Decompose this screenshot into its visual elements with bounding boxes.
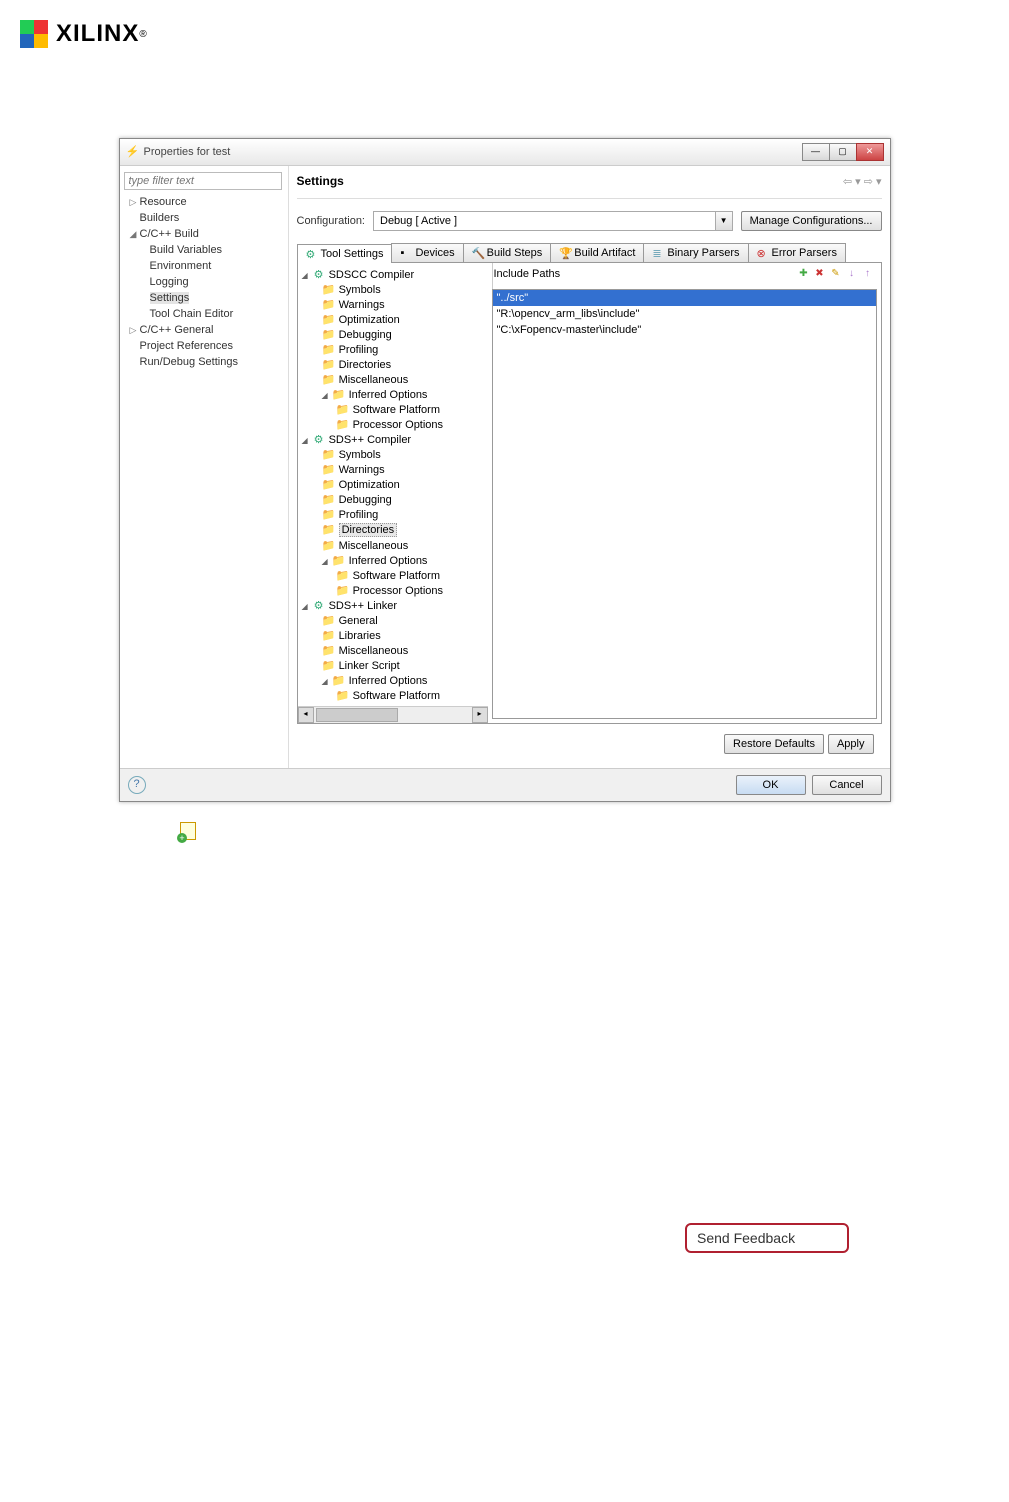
horizontal-scrollbar[interactable]: ◂ ▸ [298, 706, 488, 723]
scroll-right-button[interactable]: ▸ [472, 707, 488, 723]
cancel-button[interactable]: Cancel [812, 775, 882, 795]
move-up-icon[interactable]: ↑ [861, 267, 875, 281]
tab-build-artifact[interactable]: 🏆Build Artifact [550, 243, 644, 262]
nav-sidebar: ▷Resource Builders ◢C/C++ Build Build Va… [120, 166, 288, 768]
restore-defaults-button[interactable]: Restore Defaults [724, 734, 824, 754]
ok-button[interactable]: OK [736, 775, 806, 795]
tab-devices[interactable]: ▪Devices [391, 243, 463, 262]
dialog-title: Properties for test [144, 146, 803, 158]
filter-input[interactable] [124, 172, 282, 190]
hammer-icon: 🔨 [472, 247, 484, 259]
properties-dialog: ⚡ Properties for test — ▢ ✕ ▷Resource Bu… [119, 138, 891, 802]
nav-builders[interactable]: Builders [124, 210, 284, 226]
nav-logging[interactable]: Logging [124, 274, 284, 290]
chip-icon: ▪ [400, 247, 412, 259]
tool-settings-tree[interactable]: ◢⚙ SDSCC Compiler 📁 Symbols 📁 Warnings 📁… [298, 263, 493, 706]
nav-settings[interactable]: Settings [124, 290, 284, 306]
scroll-left-button[interactable]: ◂ [298, 707, 314, 723]
nav-run-debug[interactable]: Run/Debug Settings [124, 354, 284, 370]
new-file-icon [180, 822, 196, 840]
tab-binary-parsers[interactable]: ≣Binary Parsers [643, 243, 748, 262]
minimize-button[interactable]: — [802, 143, 830, 161]
include-paths-list[interactable]: "../src" "R:\opencv_arm_libs\include" "C… [492, 289, 877, 719]
settings-tabs: ⚙Tool Settings ▪Devices 🔨Build Steps 🏆Bu… [297, 243, 882, 263]
list-item[interactable]: "R:\opencv_arm_libs\include" [493, 306, 876, 322]
chevron-down-icon: ▼ [715, 212, 732, 230]
tree-directories-selected[interactable]: Directories [339, 523, 398, 537]
scroll-thumb[interactable] [316, 708, 398, 722]
config-label: Configuration: [297, 215, 366, 227]
maximize-button[interactable]: ▢ [829, 143, 857, 161]
brand-name: XILINX [56, 20, 139, 48]
config-combo[interactable]: Debug [ Active ] ▼ [373, 211, 733, 231]
nav-build-vars[interactable]: Build Variables [124, 242, 284, 258]
tab-error-parsers[interactable]: ⊗Error Parsers [748, 243, 846, 262]
manage-config-button[interactable]: Manage Configurations... [741, 211, 882, 231]
nav-toolchain[interactable]: Tool Chain Editor [124, 306, 284, 322]
send-feedback-button[interactable]: Send Feedback [685, 1223, 849, 1253]
nav-environment[interactable]: Environment [124, 258, 284, 274]
list-item[interactable]: "../src" [493, 290, 876, 306]
nav-resource[interactable]: ▷Resource [124, 194, 284, 210]
add-icon[interactable]: ✚ [797, 267, 811, 281]
binary-icon: ≣ [652, 247, 664, 259]
nav-proj-refs[interactable]: Project References [124, 338, 284, 354]
tab-build-steps[interactable]: 🔨Build Steps [463, 243, 552, 262]
apply-button[interactable]: Apply [828, 734, 874, 754]
nav-build[interactable]: ◢C/C++ Build [124, 226, 284, 242]
lightning-icon: ⚡ [126, 145, 140, 159]
nav-arrows[interactable]: ⇦ ▾ ⇨ ▾ [843, 175, 882, 188]
titlebar[interactable]: ⚡ Properties for test — ▢ ✕ [120, 139, 890, 166]
trophy-icon: 🏆 [559, 247, 571, 259]
close-button[interactable]: ✕ [856, 143, 884, 161]
list-item[interactable]: "C:\xFopencv-master\include" [493, 322, 876, 338]
nav-general[interactable]: ▷C/C++ General [124, 322, 284, 338]
gear-icon: ⚙ [306, 248, 318, 260]
delete-icon[interactable]: ✖ [813, 267, 827, 281]
brand-logo: XILINX ® [0, 0, 1009, 48]
logo-mark-icon [20, 20, 48, 48]
edit-icon[interactable]: ✎ [829, 267, 843, 281]
help-icon[interactable]: ? [128, 776, 146, 794]
move-down-icon[interactable]: ↓ [845, 267, 859, 281]
include-paths-label: Include Paths [494, 268, 797, 280]
config-value: Debug [ Active ] [374, 212, 715, 230]
page-title: Settings [297, 174, 843, 188]
error-icon: ⊗ [757, 247, 769, 259]
brand-reg: ® [139, 29, 146, 40]
tab-tool-settings[interactable]: ⚙Tool Settings [297, 244, 393, 263]
